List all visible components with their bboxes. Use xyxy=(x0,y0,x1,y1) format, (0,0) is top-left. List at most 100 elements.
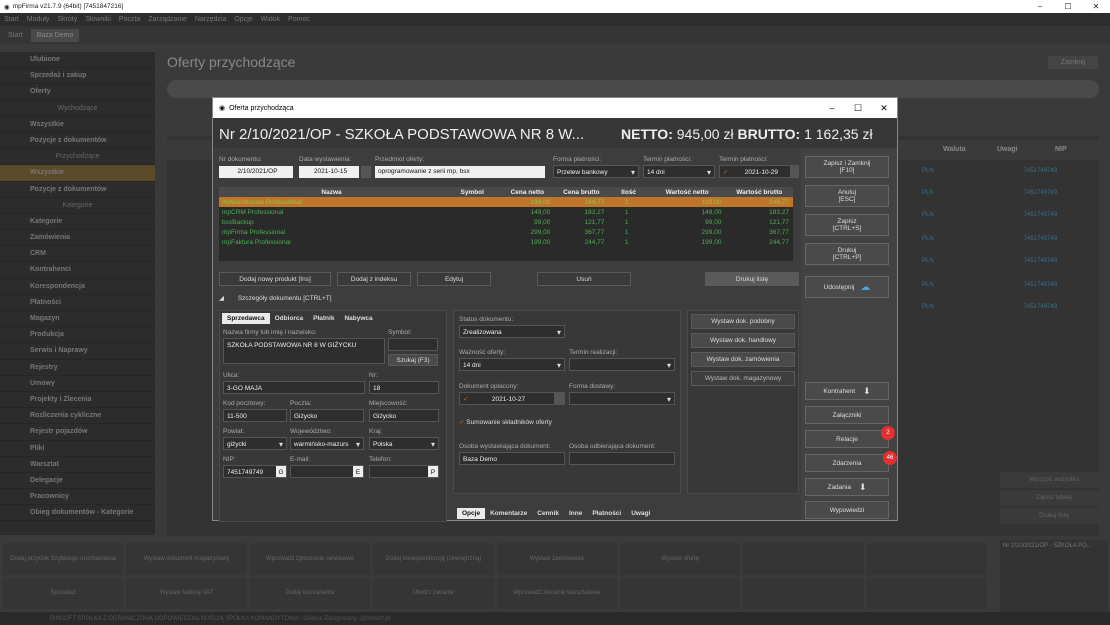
tab-inne[interactable]: Inne xyxy=(564,508,587,519)
receiver-field[interactable] xyxy=(569,452,675,465)
table-row[interactable]: mpFirma Professional 299,00 367,77 1 299,00 3… xyxy=(219,227,793,237)
quick-action[interactable] xyxy=(866,577,987,609)
sidebar-item[interactable]: Umowy xyxy=(0,376,155,392)
close-icon[interactable]: ✕ xyxy=(1082,2,1110,11)
menu-skroty[interactable]: Skróty xyxy=(57,16,77,23)
sidebar-item[interactable]: Rejestr pojazdów xyxy=(0,424,155,441)
sidebar-item[interactable]: Wszystkie xyxy=(0,117,155,133)
tab-komentarze[interactable]: Komentarze xyxy=(485,508,532,519)
sum-checkbox[interactable]: ✓ Sumowanie składników oferty xyxy=(459,418,552,426)
phone-icon[interactable]: P xyxy=(428,466,438,477)
delete-button[interactable]: Usuń xyxy=(537,272,631,286)
table-row[interactable]: PLN 7451749749 xyxy=(890,258,1100,264)
quick-action[interactable] xyxy=(743,543,864,575)
sidebar-item[interactable]: Pozycje z dokumentów xyxy=(0,182,155,198)
checkbox-checked-icon[interactable]: ✓ xyxy=(723,166,728,179)
table-row[interactable]: mpCRM Professional 149,00 183,27 1 149,00 183… xyxy=(219,207,793,217)
col-header[interactable]: Wartość netto xyxy=(648,187,726,197)
menu-narzedzia[interactable]: Narzędzia xyxy=(195,16,227,23)
save-table-button[interactable]: Zapisz tabelę xyxy=(1000,490,1108,506)
print-list-button[interactable]: Drukuj listę xyxy=(1000,508,1108,524)
issue-warehouse-doc-button[interactable]: Wystaw dok. magazynowy xyxy=(691,371,795,386)
table-row[interactable]: PLN 7451749749 xyxy=(890,304,1100,310)
document-number-field[interactable]: 2/10/2021/OP xyxy=(219,166,293,178)
save-button[interactable]: Zapisz [CTRL+S] xyxy=(805,214,889,236)
minimize-icon[interactable]: – xyxy=(1026,2,1054,11)
sidebar-item[interactable]: Kategorie xyxy=(0,214,155,231)
search-button[interactable]: Szukaj (F3) xyxy=(388,354,438,366)
checkbox-checked-icon[interactable]: ✓ xyxy=(459,419,464,426)
sidebar-item[interactable]: Zamówienia xyxy=(0,230,155,247)
table-row[interactable]: PLN 7451749749 xyxy=(890,212,1100,218)
checkbox-checked-icon[interactable]: ✓ xyxy=(463,393,468,406)
quick-action[interactable]: Wystaw ofertę xyxy=(619,543,741,575)
menu-pomoc[interactable]: Pomoc xyxy=(288,16,310,23)
sidebar-item[interactable]: Pozycje z dokumentów xyxy=(0,133,155,150)
delivery-select[interactable] xyxy=(569,392,675,406)
tab-start[interactable]: Start xyxy=(8,32,23,39)
minimize-icon[interactable]: – xyxy=(819,103,845,114)
cancel-button[interactable]: Anuluj [ESC] xyxy=(805,185,889,207)
col-header[interactable]: Wartość brutto xyxy=(725,187,793,197)
gus-icon[interactable]: G xyxy=(276,466,286,477)
issue-date-field[interactable]: 2021-10-15 xyxy=(299,166,359,178)
clear-all-button[interactable]: Wyczyść wszystko xyxy=(1000,472,1108,488)
quick-action[interactable]: Wystaw zamówienie xyxy=(496,543,617,575)
sidebar-item[interactable]: Magazyn xyxy=(0,311,155,328)
sidebar-item[interactable]: Sprzedaż i zakup xyxy=(0,68,155,85)
quick-action[interactable]: Dodaj korespondencję (zewnętrzną) xyxy=(373,543,494,575)
calendar-icon[interactable] xyxy=(555,392,565,405)
sidebar-item[interactable]: Kontrahenci xyxy=(0,262,155,279)
issue-similar-button[interactable]: Wystaw dok. podobny xyxy=(691,314,795,329)
quick-action[interactable]: Dodaj kontrahenta xyxy=(249,577,371,609)
payment-form-select[interactable]: Przelew bankowy xyxy=(553,165,639,179)
share-button[interactable]: Udostępnij ☁ xyxy=(805,276,889,298)
tab-sprzedawca[interactable]: Sprzedawca xyxy=(222,313,270,324)
col-header[interactable]: Cena netto xyxy=(500,187,555,197)
paid-date-field[interactable]: ✓ 2021-10-27 xyxy=(459,392,555,405)
email-icon[interactable]: E xyxy=(353,466,363,477)
quick-action[interactable]: Dodaj przycisk Szybkiego uruchamiania xyxy=(3,543,124,575)
table-row[interactable]: PLN 7451749749 xyxy=(890,168,1100,174)
table-row[interactable]: mpFaktura Professional 199,00 244,77 1 199,0… xyxy=(219,237,793,247)
sidebar-item[interactable]: Płatności xyxy=(0,295,155,311)
tab-platnosci[interactable]: Płatności xyxy=(587,508,626,519)
maximize-icon[interactable]: ☐ xyxy=(1054,2,1082,11)
col-header[interactable]: Cena brutto xyxy=(554,187,609,197)
post-field[interactable]: Giżycko xyxy=(290,409,364,422)
calendar-icon[interactable] xyxy=(791,165,799,178)
contractor-button[interactable]: Kontrahent ⬇ xyxy=(805,382,889,400)
menu-zarzadzanie[interactable]: Zarządzanie xyxy=(148,16,187,23)
events-button[interactable]: Zdarzenia xyxy=(805,454,889,472)
print-button[interactable]: Drukuj [CTRL+P] xyxy=(805,243,889,265)
phone-field[interactable]: P xyxy=(369,465,439,478)
quick-action[interactable] xyxy=(619,577,741,609)
sidebar-item[interactable]: Projekty i Zlecenia xyxy=(0,392,155,409)
document-preview[interactable]: Nr 2/10/2021/OP - SZKOŁA PO... xyxy=(1000,540,1108,612)
table-row[interactable]: PLN 7451749749 xyxy=(890,236,1100,242)
sidebar-item[interactable]: Serwis i Naprawy xyxy=(0,343,155,360)
quick-action[interactable]: Wystaw dokument magazynowy xyxy=(126,543,247,575)
tab-opcje[interactable]: Opcje xyxy=(457,508,486,519)
add-product-button[interactable]: Dodaj nowy produkt [Ins] xyxy=(219,272,331,286)
sidebar-item[interactable]: CRM xyxy=(0,246,155,263)
print-list-button[interactable]: Drukuj listę xyxy=(705,272,799,286)
city-field[interactable]: Giżycko xyxy=(369,409,439,422)
sidebar-item[interactable]: Rozliczenia cykliczne xyxy=(0,408,155,425)
sidebar-item[interactable]: Pracownicy xyxy=(0,489,155,506)
sidebar-item[interactable]: Rejestry xyxy=(0,360,155,376)
quick-action[interactable]: Wprowadź zgłoszenie serwisowe xyxy=(249,543,371,575)
country-select[interactable]: Polska xyxy=(369,437,439,451)
sidebar-item[interactable]: Ulubione xyxy=(0,52,155,69)
nip-field[interactable]: 7451749749 G xyxy=(223,465,287,478)
sidebar-item[interactable]: Warsztat xyxy=(0,457,155,473)
table-row[interactable]: PLN 7451749749 xyxy=(890,282,1100,288)
maximize-icon[interactable]: ☐ xyxy=(845,103,871,114)
quick-action[interactable]: Utwórz zadanie xyxy=(373,577,494,609)
county-select[interactable]: giżycki xyxy=(223,437,287,451)
tasks-button[interactable]: Zadania ⬇ xyxy=(805,478,889,496)
menu-start[interactable]: Start xyxy=(4,16,19,23)
sidebar-item-selected[interactable]: Wszystkie xyxy=(0,165,155,182)
add-from-index-button[interactable]: Dodaj z indeksu xyxy=(337,272,411,286)
voivodeship-select[interactable]: warmińsko-mazurs xyxy=(290,437,364,450)
